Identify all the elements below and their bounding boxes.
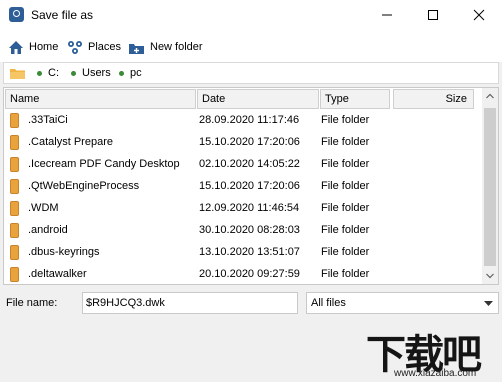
maximize-button[interactable]	[410, 0, 456, 30]
list-item[interactable]: .dbus-keyrings 13.10.2020 13:51:07 File …	[4, 242, 482, 264]
file-date: 15.10.2020 17:20:06	[199, 180, 300, 192]
breadcrumb-users[interactable]: Users	[82, 67, 111, 79]
file-date: 12.09.2020 11:46:54	[199, 202, 300, 214]
file-type: File folder	[321, 180, 370, 192]
scrollbar-thumb[interactable]	[484, 108, 496, 266]
window-title: Save file as	[31, 8, 94, 22]
scroll-down-icon[interactable]	[486, 273, 494, 279]
column-header-date[interactable]: Date	[197, 89, 319, 109]
watermark-url: www.xiazaiba.com	[394, 368, 477, 379]
file-type: File folder	[321, 268, 370, 280]
file-date: 20.10.2020 09:27:59	[199, 268, 300, 280]
file-type: File folder	[321, 202, 370, 214]
close-button[interactable]	[456, 0, 502, 30]
toolbar: Home Places New folder	[0, 30, 502, 62]
watermark-logo: 下载吧 www.xiazaiba.com	[362, 322, 502, 382]
places-label: Places	[88, 41, 122, 53]
column-header-name[interactable]: Name	[5, 89, 196, 109]
folder-icon	[10, 69, 25, 79]
file-type-value: All files	[311, 297, 346, 309]
file-type: File folder	[321, 114, 370, 126]
path-bar[interactable]: C: Users pc	[3, 62, 499, 84]
scroll-up-icon[interactable]	[486, 93, 494, 99]
minimize-icon	[382, 14, 392, 16]
file-name: .android	[28, 224, 68, 236]
breadcrumb-c[interactable]: C:	[48, 67, 59, 79]
file-list: Name Date Type Size .33TaiCi 28.09.2020 …	[3, 87, 499, 285]
folder-icon	[10, 179, 19, 194]
folder-icon	[10, 113, 19, 128]
new-folder-label: New folder	[150, 41, 203, 53]
file-name-label: File name:	[6, 297, 58, 309]
vertical-scrollbar[interactable]	[482, 88, 498, 284]
file-date: 30.10.2020 08:28:03	[199, 224, 300, 236]
file-type: File folder	[321, 224, 370, 236]
home-label: Home	[29, 41, 59, 53]
minimize-button[interactable]	[364, 0, 410, 30]
new-folder-button[interactable]: New folder	[128, 38, 203, 56]
title-bar: Save file as	[0, 0, 502, 30]
file-type: File folder	[321, 246, 370, 258]
file-type: File folder	[321, 158, 370, 170]
file-type: File folder	[321, 136, 370, 148]
path-separator-icon	[71, 71, 76, 76]
list-item[interactable]: .deltawalker 20.10.2020 09:27:59 File fo…	[4, 264, 482, 284]
file-date: 02.10.2020 14:05:22	[199, 158, 300, 170]
file-name: .33TaiCi	[28, 114, 68, 126]
home-icon	[9, 40, 23, 54]
file-name: .Icecream PDF Candy Desktop	[28, 158, 180, 170]
folder-icon	[10, 267, 19, 282]
list-item[interactable]: .WDM 12.09.2020 11:46:54 File folder	[4, 198, 482, 220]
close-icon	[473, 9, 485, 21]
file-name: .WDM	[28, 202, 59, 214]
path-separator-icon	[119, 71, 124, 76]
list-item[interactable]: .33TaiCi 28.09.2020 11:17:46 File folder	[4, 110, 482, 132]
folder-icon	[10, 201, 19, 216]
list-item[interactable]: .QtWebEngineProcess 15.10.2020 17:20:06 …	[4, 176, 482, 198]
file-name-input[interactable]: $R9HJCQ3.dwk	[82, 292, 298, 314]
folder-icon	[10, 135, 19, 150]
path-separator-icon	[37, 71, 42, 76]
file-date: 28.09.2020 11:17:46	[199, 114, 300, 126]
list-item[interactable]: .android 30.10.2020 08:28:03 File folder	[4, 220, 482, 242]
app-icon	[9, 7, 24, 22]
folder-icon	[10, 157, 19, 172]
folder-icon	[10, 223, 19, 238]
places-button[interactable]: Places	[67, 38, 121, 56]
file-name: .dbus-keyrings	[28, 246, 100, 258]
places-icon	[68, 40, 82, 54]
list-item[interactable]: .Icecream PDF Candy Desktop 02.10.2020 1…	[4, 154, 482, 176]
column-header-size[interactable]: Size	[393, 89, 474, 109]
file-date: 13.10.2020 13:51:07	[199, 246, 300, 258]
file-type-select[interactable]: All files	[306, 292, 499, 314]
maximize-icon	[428, 10, 438, 20]
folder-icon	[10, 245, 19, 260]
file-name: .Catalyst Prepare	[28, 136, 113, 148]
file-name: .deltawalker	[28, 268, 87, 280]
list-item[interactable]: .Catalyst Prepare 15.10.2020 17:20:06 Fi…	[4, 132, 482, 154]
file-name: .QtWebEngineProcess	[28, 180, 140, 192]
column-header-type[interactable]: Type	[320, 89, 390, 109]
chevron-down-icon	[484, 301, 493, 306]
breadcrumb-pc[interactable]: pc	[130, 67, 142, 79]
file-date: 15.10.2020 17:20:06	[199, 136, 300, 148]
home-button[interactable]: Home	[8, 38, 58, 56]
new-folder-icon	[129, 43, 144, 54]
